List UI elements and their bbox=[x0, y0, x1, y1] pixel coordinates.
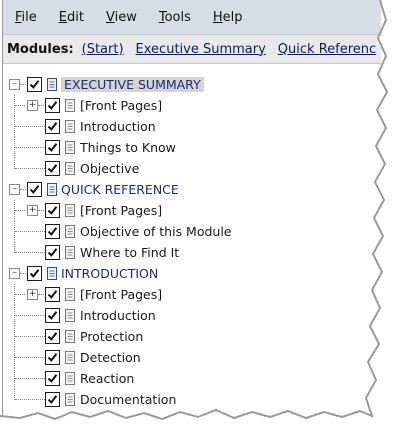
item-label[interactable]: Reaction bbox=[80, 371, 134, 386]
tree-item-row[interactable]: Objective of this Module bbox=[3, 221, 381, 242]
tree-item-row[interactable]: Introduction bbox=[3, 116, 381, 137]
page-icon bbox=[65, 246, 75, 259]
collapse-toggle-icon[interactable]: – bbox=[9, 79, 20, 90]
menu-edit[interactable]: Edit bbox=[59, 10, 84, 25]
item-checkbox[interactable] bbox=[45, 308, 60, 323]
item-label[interactable]: Introduction bbox=[80, 119, 156, 134]
expand-toggle-icon[interactable]: + bbox=[27, 100, 38, 111]
section-checkbox[interactable] bbox=[27, 266, 42, 281]
item-label[interactable]: Introduction bbox=[80, 308, 156, 323]
page-icon bbox=[65, 99, 75, 112]
item-checkbox[interactable] bbox=[45, 119, 60, 134]
item-checkbox[interactable] bbox=[45, 98, 60, 113]
tree-item-row[interactable]: Documentation bbox=[3, 389, 381, 410]
menu-view-accel: V bbox=[105, 9, 115, 25]
menu-tools[interactable]: Tools bbox=[159, 10, 191, 25]
item-label[interactable]: Where to Find It bbox=[80, 245, 179, 260]
item-label[interactable]: [Front Pages] bbox=[80, 98, 162, 113]
section-label[interactable]: QUICK REFERENCE bbox=[61, 182, 179, 197]
module-book-icon bbox=[47, 183, 57, 196]
module-book-icon bbox=[47, 78, 57, 91]
page-icon bbox=[65, 393, 75, 406]
tree-item-row[interactable]: Introduction bbox=[3, 305, 381, 326]
section-checkbox[interactable] bbox=[27, 182, 42, 197]
tree-item-row[interactable]: Protection bbox=[3, 326, 381, 347]
page-icon bbox=[65, 351, 75, 364]
tree-section-row[interactable]: – QUICK REFERENCE bbox=[3, 179, 381, 200]
item-checkbox[interactable] bbox=[45, 140, 60, 155]
item-checkbox[interactable] bbox=[45, 203, 60, 218]
item-checkbox[interactable] bbox=[45, 371, 60, 386]
item-checkbox[interactable] bbox=[45, 224, 60, 239]
item-label[interactable]: Detection bbox=[80, 350, 141, 365]
menu-file[interactable]: File bbox=[15, 10, 37, 25]
page-icon bbox=[65, 309, 75, 322]
tree-section-row[interactable]: – INTRODUCTION bbox=[3, 263, 381, 284]
item-checkbox[interactable] bbox=[45, 329, 60, 344]
menu-bar: File Edit View Tools Help bbox=[3, 0, 381, 34]
item-checkbox[interactable] bbox=[45, 392, 60, 407]
expand-toggle-icon[interactable]: + bbox=[27, 205, 38, 216]
tree-item-row[interactable]: + [Front Pages] bbox=[3, 95, 381, 116]
modules-bar: Modules: (Start) Executive Summary Quick… bbox=[3, 34, 381, 64]
item-checkbox[interactable] bbox=[45, 245, 60, 260]
page-icon bbox=[65, 372, 75, 385]
menu-view[interactable]: View bbox=[106, 10, 137, 25]
tree-item-row[interactable]: Reaction bbox=[3, 368, 381, 389]
menu-help-accel: H bbox=[212, 9, 223, 25]
screenshot-stage: File Edit View Tools Help Modules: (Star… bbox=[0, 0, 393, 427]
section-label[interactable]: INTRODUCTION bbox=[61, 266, 158, 281]
page-icon bbox=[65, 204, 75, 217]
item-label[interactable]: Documentation bbox=[80, 392, 176, 407]
item-label[interactable]: Things to Know bbox=[80, 140, 176, 155]
menu-edit-rest: dit bbox=[67, 9, 84, 25]
menu-edit-accel: E bbox=[58, 9, 67, 25]
menu-view-rest: iew bbox=[114, 9, 137, 25]
tree-item-row[interactable]: + [Front Pages] bbox=[3, 284, 381, 305]
page-icon bbox=[65, 288, 75, 301]
page-icon bbox=[65, 330, 75, 343]
module-book-icon bbox=[47, 267, 57, 280]
tree-item-row[interactable]: Where to Find It bbox=[3, 242, 381, 263]
tree-item-row[interactable]: Objective bbox=[3, 158, 381, 179]
item-checkbox[interactable] bbox=[45, 161, 60, 176]
item-checkbox[interactable] bbox=[45, 287, 60, 302]
page-icon bbox=[65, 120, 75, 133]
tree-section-row[interactable]: – EXECUTIVE SUMMARY bbox=[3, 74, 381, 95]
page-icon bbox=[65, 225, 75, 238]
module-link-executive-summary[interactable]: Executive Summary bbox=[136, 42, 266, 57]
item-label[interactable]: Objective bbox=[80, 161, 139, 176]
item-label[interactable]: Objective of this Module bbox=[80, 224, 232, 239]
collapse-toggle-icon[interactable]: – bbox=[9, 268, 20, 279]
item-checkbox[interactable] bbox=[45, 350, 60, 365]
module-tree: – EXECUTIVE SUMMARY + [Front Pages] Introduc… bbox=[3, 64, 381, 410]
tree-item-row[interactable]: + [Front Pages] bbox=[3, 200, 381, 221]
module-link-start[interactable]: (Start) bbox=[82, 42, 124, 57]
module-link-quick-reference[interactable]: Quick Referenc bbox=[278, 42, 376, 57]
expand-toggle-icon[interactable]: + bbox=[27, 289, 38, 300]
tree-item-row[interactable]: Detection bbox=[3, 347, 381, 368]
section-checkbox[interactable] bbox=[27, 77, 42, 92]
item-label[interactable]: Protection bbox=[80, 329, 143, 344]
collapse-toggle-icon[interactable]: – bbox=[9, 184, 20, 195]
menu-tools-rest: ools bbox=[164, 9, 191, 25]
menu-file-rest: ile bbox=[21, 9, 37, 25]
app-window: File Edit View Tools Help Modules: (Star… bbox=[2, 0, 381, 416]
menu-help-rest: elp bbox=[222, 9, 243, 25]
item-label[interactable]: [Front Pages] bbox=[80, 203, 162, 218]
section-label[interactable]: EXECUTIVE SUMMARY bbox=[61, 77, 204, 92]
page-icon bbox=[65, 162, 75, 175]
item-label[interactable]: [Front Pages] bbox=[80, 287, 162, 302]
modules-label: Modules: bbox=[7, 41, 74, 57]
menu-help[interactable]: Help bbox=[213, 10, 243, 25]
tree-item-row[interactable]: Things to Know bbox=[3, 137, 381, 158]
page-icon bbox=[65, 141, 75, 154]
